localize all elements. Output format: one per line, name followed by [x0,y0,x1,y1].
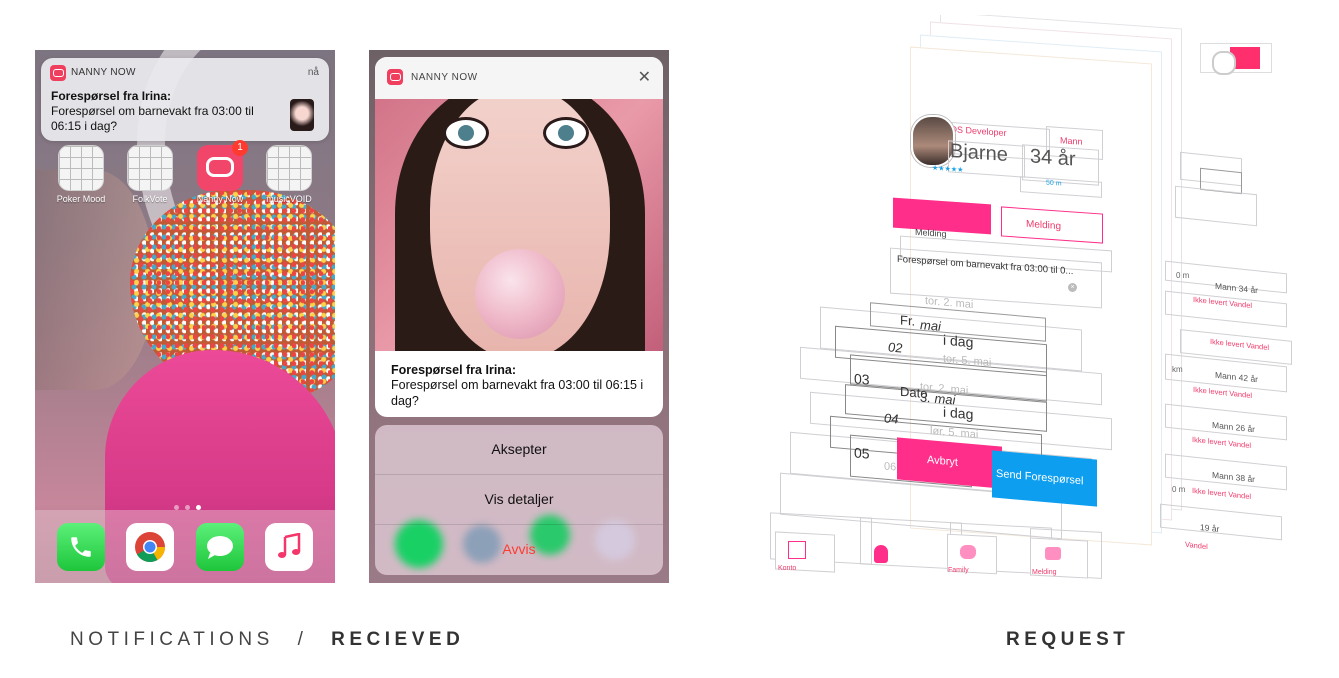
message-icon [1045,547,1061,560]
nanny-now-app-icon [50,65,66,81]
caption-left: NOTIFICATIONS / RECIEVED [70,629,464,651]
caption-received: RECIEVED [331,629,465,650]
tab-message-label: Melding [1026,218,1062,233]
picker-date: mai [920,317,941,334]
bubblegum [475,249,565,339]
picker-hour: 03 [854,370,870,388]
app-poker-mood[interactable]: Poker Mood [51,145,111,204]
dock [35,510,335,583]
clear-icon[interactable]: × [1068,283,1077,292]
action-sheet: Aksepter Vis detaljer Avvis [375,425,663,575]
musicvoid-icon [266,145,312,191]
nanny-icon[interactable] [874,545,888,563]
poker-mood-icon [58,145,104,191]
list-frag: km [1172,365,1183,374]
chrome-icon[interactable] [126,523,174,571]
caption-notifications: NOTIFICATIONS [70,629,274,650]
view-details-button[interactable]: Vis detaljer [375,475,663,525]
caption-separator: / [297,629,308,650]
app-label: Poker Mood [56,194,106,204]
app-nanny-now[interactable]: 1 Nanny Now [190,140,250,204]
list-item-status: Ikke levert Vandel [1192,434,1252,451]
messages-icon[interactable] [196,523,244,571]
profile-distance: 50 m [1046,179,1062,188]
picker-hour: 02 [888,339,903,356]
picker-hour: 04 [884,410,899,427]
picker-hour: 05 [854,444,870,462]
notification-thumbnail [290,99,314,131]
card-title: Forespørsel fra Irina: [391,363,517,377]
account-icon [788,541,806,559]
profile-gender: Mann [1060,135,1083,147]
home-screen: NANNY NOW nå Forespørsel fra Irina: Fore… [35,50,335,583]
caption-right: REQUEST [1006,629,1129,651]
notification-banner[interactable]: NANNY NOW nå Forespørsel fra Irina: Fore… [41,58,329,141]
close-icon[interactable]: ✕ [638,67,651,87]
app-musicvoid[interactable]: musicVOID [259,145,319,204]
picker-date: i dag [943,403,974,423]
notification-app-name: NANNY NOW [71,67,136,78]
request-exploded-view: iOS Developer Mann Bjarne 34 år ★★★★★ 50… [760,15,1320,595]
nanny-now-icon: 1 [197,140,248,191]
notification-body: Forespørsel om barnevakt fra 03:00 til 0… [51,104,254,133]
send-request-button[interactable]: Send Forespørsel [992,450,1097,507]
list-item-meta: 19 år [1200,521,1220,535]
card-body: Forespørsel om barnevakt fra 03:00 til 0… [391,378,644,408]
nanny-now-app-icon [387,69,403,85]
reject-button[interactable]: Avvis [375,525,663,574]
folkvote-icon [127,145,173,191]
list-item-status: Vandel [1185,539,1208,552]
card-app-name: NANNY NOW [411,72,478,83]
caption-request: REQUEST [1006,629,1130,650]
list-frag: 0 m [1172,485,1186,494]
received-notification-screen: NANNY NOW ✕ Forespørsel fra Irina: Fores… [369,50,669,583]
profile-age: 34 år [1030,145,1076,171]
tab-label: Melding [1032,569,1057,576]
app-badge-count: 1 [232,140,248,156]
family-icon [960,545,976,559]
profile-name: Bjarne [950,139,1008,167]
phone-icon[interactable] [57,523,105,571]
cancel-label: Avbryt [927,454,958,469]
app-label: FolkVote [132,194,168,204]
list-item-status: Ikke levert Vandel [1192,485,1252,502]
notification-photo [375,99,663,351]
accept-button[interactable]: Aksepter [375,425,663,475]
card-header: NANNY NOW ✕ [375,57,663,99]
picker-date: Fr. [900,312,916,329]
send-label: Send Forespørsel [996,467,1084,488]
tab-label: Family [948,567,969,574]
list-frag: 0 m [1176,271,1190,280]
picker-date: i dag [943,331,974,351]
tab-label: Konto [778,565,797,572]
picker-hour: 06 [884,460,897,474]
notification-card: NANNY NOW ✕ Forespørsel fra Irina: Fores… [375,57,663,417]
notification-time: nå [307,67,319,78]
app-folkvote[interactable]: FolkVote [120,145,180,204]
app-label: musicVOID [266,194,312,204]
app-label: Nanny Now [196,194,244,204]
notification-title: Forespørsel fra Irina: [51,89,172,103]
music-icon[interactable] [265,523,313,571]
